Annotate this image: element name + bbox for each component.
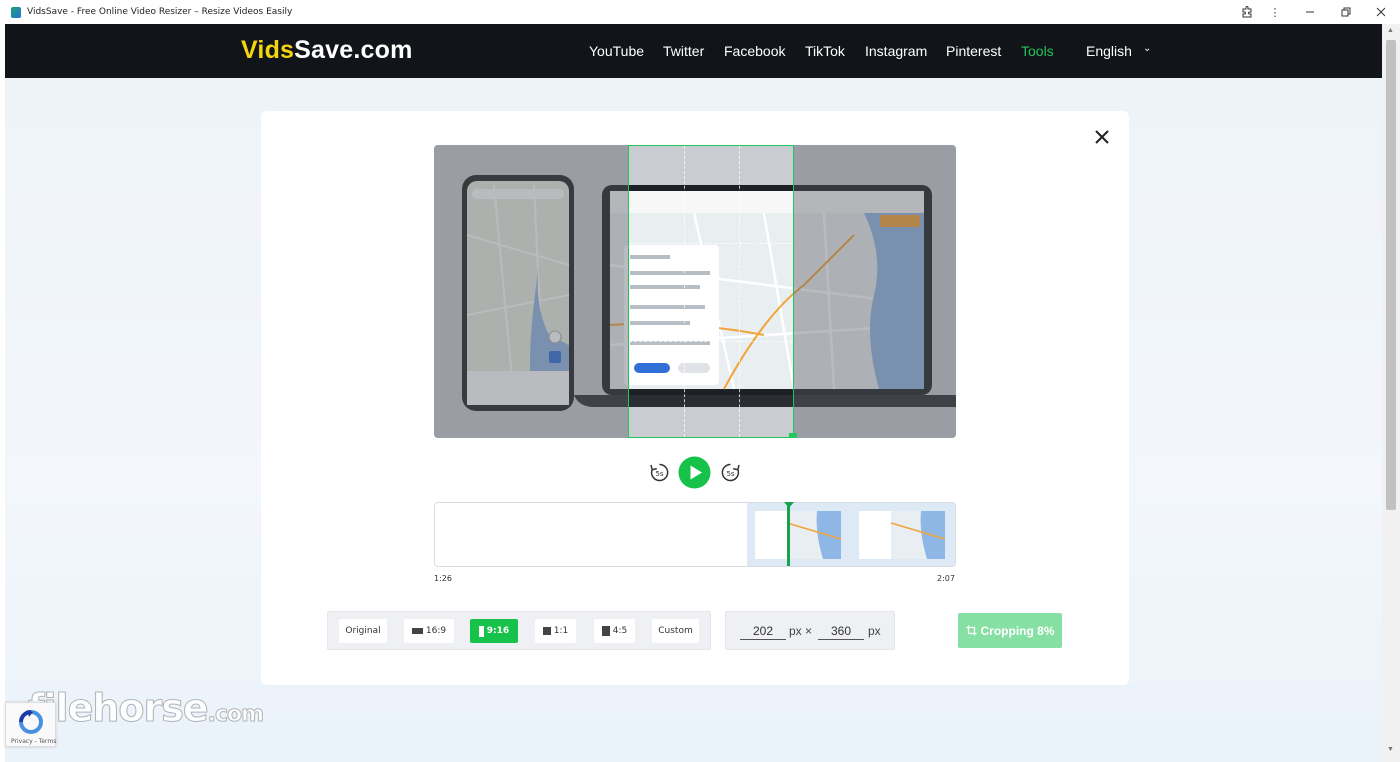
multiply-sign: × — [805, 624, 813, 638]
minimize-icon[interactable] — [1302, 4, 1318, 20]
language-selector[interactable]: English — [1086, 43, 1132, 59]
ratio-1-1-button[interactable]: 1:1 — [535, 619, 576, 643]
nav-instagram[interactable]: Instagram — [865, 43, 927, 59]
ratio-9-16-button[interactable]: 9:16 — [470, 619, 518, 643]
crop-frame[interactable] — [628, 145, 797, 438]
ratio-4-5-button[interactable]: 4:5 — [594, 619, 635, 643]
crop-resize-handle[interactable] — [789, 433, 797, 438]
height-input[interactable] — [818, 623, 864, 640]
thumbnail-frame — [859, 511, 946, 559]
scroll-up-icon[interactable]: ▲ — [1387, 27, 1394, 34]
square-icon — [542, 627, 551, 635]
logo-text-save: Save.com — [294, 36, 413, 64]
window-title: VidsSave - Free Online Video Resizer – R… — [27, 7, 293, 17]
width-unit: px — [789, 624, 802, 638]
app-icon — [11, 6, 21, 18]
page-scrollbar[interactable]: ▲ ▼ — [1382, 24, 1400, 762]
thumbnail-frame — [755, 511, 842, 559]
ratio-label: Custom — [658, 626, 693, 636]
close-window-icon[interactable] — [1373, 4, 1389, 20]
play-button[interactable] — [678, 456, 711, 494]
ratio-original-button[interactable]: Original — [339, 619, 387, 643]
close-icon[interactable] — [1093, 128, 1111, 146]
window-titlebar: VidsSave - Free Online Video Resizer – R… — [0, 0, 1400, 24]
timeline-start-time: 1:26 — [434, 574, 452, 583]
recaptcha-badge[interactable]: Privacy - Terms — [5, 702, 56, 747]
recaptcha-icon — [19, 710, 43, 734]
crop-button[interactable]: Cropping 8% — [958, 613, 1062, 648]
nav-tiktok[interactable]: TikTok — [805, 43, 845, 59]
forward-5s-button[interactable]: 5s — [720, 462, 741, 488]
restore-icon[interactable] — [1338, 4, 1354, 20]
crop-mask-left — [434, 145, 628, 438]
forward-label: 5s — [726, 470, 734, 478]
filehorse-watermark: filehorse.com — [28, 686, 265, 731]
portrait-icon — [478, 625, 484, 637]
crop-grid-line — [629, 243, 793, 244]
rewind-label: 5s — [655, 470, 663, 478]
height-unit: px — [868, 624, 881, 638]
crop-grid-line — [684, 146, 685, 437]
ratio-label: 1:1 — [553, 626, 569, 636]
crop-mask-right — [794, 145, 956, 438]
width-input[interactable] — [740, 623, 786, 640]
crop-grid-line — [739, 146, 740, 437]
extensions-icon[interactable] — [1239, 4, 1255, 20]
nav-youtube[interactable]: YouTube — [589, 43, 644, 59]
landscape-icon — [411, 628, 423, 634]
site-logo[interactable]: VidsSave.com — [241, 36, 413, 65]
watermark-suffix: .com — [207, 702, 264, 728]
nav-pinterest[interactable]: Pinterest — [946, 43, 1001, 59]
ratio-label: 4:5 — [612, 626, 628, 636]
rewind-5s-button[interactable]: 5s — [649, 462, 670, 488]
recaptcha-links[interactable]: Privacy - Terms — [11, 738, 56, 745]
dimension-inputs: px × px — [725, 611, 895, 650]
ratio-label: 9:16 — [486, 626, 510, 636]
timeline-track[interactable] — [434, 502, 956, 567]
playhead-marker[interactable] — [784, 502, 794, 508]
ratio-16-9-button[interactable]: 16:9 — [404, 619, 454, 643]
crop-icon — [966, 625, 976, 636]
kebab-menu-icon[interactable]: ⋮ — [1268, 4, 1282, 20]
scroll-down-icon[interactable]: ▼ — [1387, 746, 1394, 753]
aspect-ratio-toolbar: Original 16:9 9:16 1:1 4:5 Custom — [327, 611, 711, 650]
crop-button-label: Cropping 8% — [980, 623, 1055, 638]
nav-twitter[interactable]: Twitter — [663, 43, 704, 59]
chevron-down-icon[interactable]: ⌄ — [1143, 43, 1151, 54]
nav-tools[interactable]: Tools — [1021, 43, 1054, 59]
ratio-label: Original — [345, 626, 381, 636]
scroll-thumb[interactable] — [1386, 40, 1396, 510]
site-header: VidsSave.com YouTube Twitter Facebook Ti… — [5, 24, 1382, 78]
nav-facebook[interactable]: Facebook — [724, 43, 785, 59]
ratio-label: 16:9 — [425, 626, 447, 636]
ratio-custom-button[interactable]: Custom — [652, 619, 699, 643]
logo-text-vids: Vids — [241, 36, 295, 64]
video-preview[interactable] — [434, 145, 956, 438]
portrait-icon — [601, 626, 610, 636]
timeline-thumbnails — [747, 503, 955, 566]
timeline-end-time: 2:07 — [937, 574, 955, 583]
crop-grid-line — [629, 341, 793, 342]
timeline-playhead[interactable] — [787, 503, 790, 566]
